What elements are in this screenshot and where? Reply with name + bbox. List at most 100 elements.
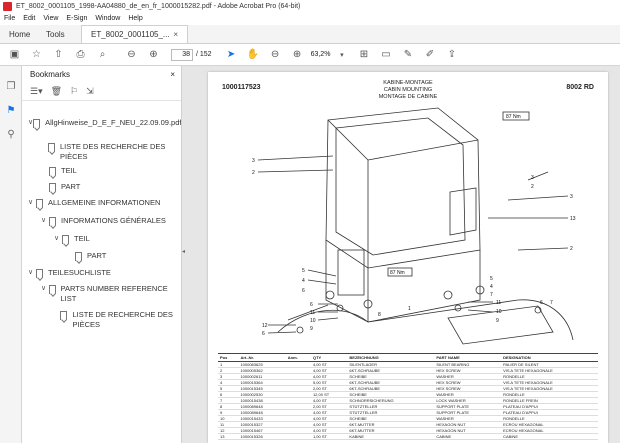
menu-help[interactable]: Help — [128, 15, 142, 22]
chevron-down-icon[interactable]: ▾ — [334, 47, 349, 62]
print-icon[interactable]: ⎙ — [73, 47, 88, 62]
bookmarks-panel-icon[interactable]: ⚑ — [5, 104, 17, 116]
zoom-level[interactable]: 63,2% — [311, 51, 331, 58]
pdf-page: 1000117523 KABINE-MONTAGE CABIN MOUNTING… — [208, 72, 608, 443]
tab-home[interactable]: Home — [0, 25, 37, 43]
callout-label: 9 — [496, 318, 499, 324]
bookmark-item[interactable]: ∨ ALLGEMEINE INFORMATIONEN — [28, 198, 178, 208]
left-rail: ❐ ⚑ ⚲ — [0, 66, 22, 443]
document-viewer[interactable]: 1000117523 KABINE-MONTAGE CABIN MOUNTING… — [188, 66, 620, 443]
parts-table: Pos Art.-Nr. Anm. QTY BEZEICHNUNG PART N… — [218, 353, 598, 440]
expand-bookmark-icon[interactable]: ⇲ — [86, 86, 94, 97]
pdf-title-de: KABINE-MONTAGE — [383, 80, 433, 86]
menu-bar: File Edit View E-Sign Window Help — [0, 12, 620, 25]
bookmark-item[interactable]: LISTE DE RECHERCHE DES PIÈCES — [54, 310, 178, 330]
menu-edit[interactable]: Edit — [23, 15, 35, 22]
hand-tool-icon[interactable]: ✋ — [246, 47, 261, 62]
chevron-down-icon[interactable]: ∨ — [41, 216, 49, 226]
bookmark-label: INFORMATIONS GÉNÉRALES — [61, 216, 166, 225]
bookmark-icon — [49, 167, 56, 176]
cell-part-name: CABINE — [434, 433, 502, 440]
menu-file[interactable]: File — [4, 15, 15, 22]
chevron-down-icon[interactable]: ∨ — [41, 284, 49, 294]
bookmark-item[interactable]: PART — [67, 251, 178, 261]
callout-label: 5 — [490, 276, 493, 282]
cell-qty: 1,00 ST — [310, 433, 348, 440]
callout-label: 5 — [302, 268, 305, 274]
chevron-down-icon[interactable]: ∨ — [28, 198, 36, 208]
options-menu-icon[interactable]: ☰▾ — [30, 86, 43, 97]
cell-note — [285, 433, 311, 440]
col-qty: QTY — [310, 353, 348, 362]
next-page-icon[interactable]: ⊕ — [146, 47, 161, 62]
delete-bookmark-icon[interactable]: 🗑 — [51, 86, 62, 97]
bookmark-label: ALLGEMEINE INFORMATIONEN — [48, 198, 161, 207]
callout-label: 13 — [570, 216, 576, 222]
highlight-icon[interactable]: ✐ — [422, 47, 437, 62]
bookmark-label: TEIL — [61, 166, 77, 175]
bookmark-label: PART — [61, 182, 81, 191]
bookmarks-title: Bookmarks — [30, 70, 71, 79]
share-icon[interactable]: ⇪ — [444, 47, 459, 62]
acrobat-icon — [3, 1, 12, 11]
comment-icon[interactable]: ▭ — [378, 47, 393, 62]
bookmark-item[interactable]: TEIL — [41, 166, 178, 176]
bookmarks-header: Bookmarks × — [22, 66, 181, 83]
bookmark-item[interactable]: ∨ AllgHinweise_D_E_F_NEU_22.09.09.pdf — [28, 118, 181, 128]
pdf-model: 8002 RD — [566, 84, 594, 91]
chevron-down-icon[interactable]: ∨ — [28, 268, 36, 278]
bookmark-icon — [33, 119, 41, 128]
bookmark-icon — [47, 143, 55, 152]
page-number-input[interactable]: 38 — [171, 48, 193, 61]
prev-page-icon[interactable]: ⊖ — [124, 47, 139, 62]
bookmark-item[interactable]: ∨ TEIL — [54, 234, 178, 244]
callout-label: 4 — [490, 284, 493, 290]
bookmark-icon — [60, 311, 68, 320]
zoom-out-icon[interactable]: ⊖ — [268, 47, 283, 62]
bookmark-item[interactable]: ∨ TEILESUCHLISTE — [28, 268, 178, 278]
callout-label: 6 — [540, 300, 543, 306]
close-panel-icon[interactable]: × — [170, 70, 175, 79]
bookmark-item[interactable]: ∨ PARTS NUMBER REFERENCE LIST — [41, 284, 178, 304]
fit-page-icon[interactable]: ⊞ — [356, 47, 371, 62]
save-icon[interactable]: ▣ — [7, 47, 22, 62]
bookmark-star-icon[interactable]: ☆ — [29, 47, 44, 62]
menu-window[interactable]: Window — [95, 15, 120, 22]
callout-label: 3 — [252, 158, 255, 164]
callout-label: 4 — [302, 278, 305, 284]
callout-label: 6 — [302, 288, 305, 294]
new-bookmark-icon[interactable]: ⚐ — [70, 86, 78, 97]
bookmark-icon — [49, 217, 56, 226]
parts-table-header: Pos Art.-Nr. Anm. QTY BEZEICHNUNG PART N… — [218, 353, 598, 362]
menu-view[interactable]: View — [43, 15, 58, 22]
bookmark-item[interactable]: LISTE DES RECHERCHE DES PIÈCES — [41, 142, 178, 162]
main-toolbar: ▣ ☆ ⇧ ⎙ ⌕ ⊖ ⊕ 38 / 152 ➤ ✋ ⊖ ⊕ 63,2% ▾ ⊞… — [0, 44, 620, 66]
callout-label: 1 — [408, 306, 411, 312]
upload-icon[interactable]: ⇧ — [51, 47, 66, 62]
bookmarks-toolbar: ☰▾ 🗑 ⚐ ⇲ — [22, 83, 181, 101]
page-thumbnails-icon[interactable]: ❐ — [5, 80, 17, 92]
bookmark-icon — [75, 252, 82, 261]
tab-document[interactable]: ET_8002_0001105_... × — [81, 25, 188, 43]
bookmark-label: LISTE DES RECHERCHE DES PIÈCES — [59, 142, 166, 161]
page-total: / 152 — [196, 51, 212, 58]
callout-label: 6 — [310, 302, 313, 308]
close-tab-icon[interactable]: × — [173, 30, 178, 39]
menu-esign[interactable]: E-Sign — [66, 15, 87, 22]
zoom-in-icon[interactable]: ⊕ — [290, 47, 305, 62]
select-cursor-icon[interactable]: ➤ — [224, 47, 239, 62]
col-part-name: PART NAME — [434, 353, 502, 362]
bookmark-item[interactable]: PART — [41, 182, 178, 192]
bookmark-icon — [36, 199, 43, 208]
bookmark-item[interactable]: ∨ INFORMATIONS GÉNÉRALES — [41, 216, 178, 226]
cell-article: 1000015326 — [238, 433, 286, 440]
search-icon[interactable]: ⌕ — [95, 47, 110, 62]
tab-tools[interactable]: Tools — [37, 25, 81, 43]
tab-bar: Home Tools ET_8002_0001105_... × — [0, 25, 620, 44]
chevron-down-icon[interactable]: ∨ — [54, 234, 62, 244]
bookmark-icon — [36, 269, 43, 278]
attachments-icon[interactable]: ⚲ — [5, 128, 17, 140]
pen-icon[interactable]: ✎ — [400, 47, 415, 62]
torque-label-top: 87 Nm — [506, 114, 521, 120]
cell-bezeichnung: KABINE — [347, 433, 435, 440]
